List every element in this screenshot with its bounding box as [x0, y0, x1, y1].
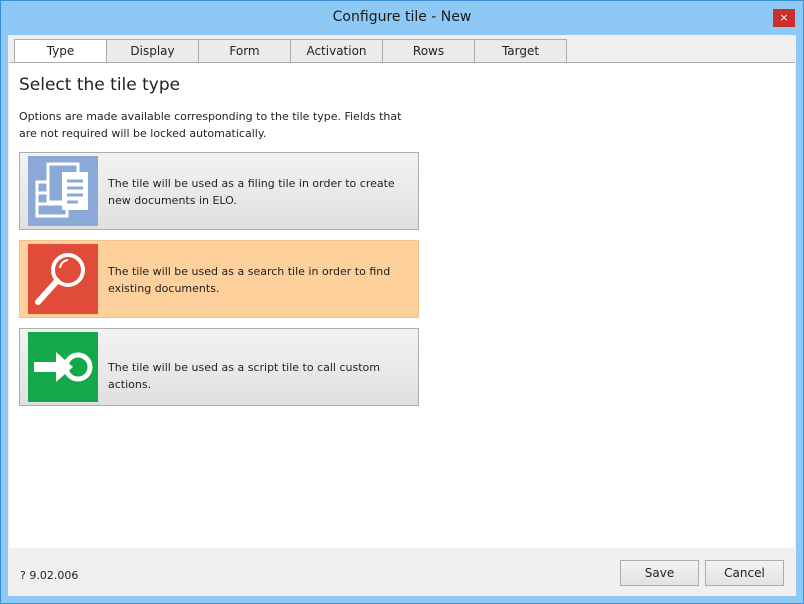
search-option-text: The tile will be used as a search tile i…	[108, 265, 391, 295]
dialog-body: Type Display Form Activation Rows Target…	[8, 35, 796, 596]
script-arrow-icon	[28, 332, 98, 402]
dialog-window: Configure tile - New × Type Display Form…	[0, 0, 804, 604]
tab-display[interactable]: Display	[106, 39, 199, 63]
search-icon	[28, 244, 98, 314]
tab-type[interactable]: Type	[14, 39, 107, 64]
filing-option-text: The tile will be used as a filing tile i…	[108, 177, 395, 207]
filing-tile-option[interactable]: The tile will be used as a filing tile i…	[19, 152, 419, 230]
page-title: Select the tile type	[19, 75, 181, 95]
tab-target[interactable]: Target	[474, 39, 567, 63]
script-option-text: The tile will be used as a script tile t…	[108, 361, 380, 391]
filing-icon	[28, 156, 98, 226]
tab-form[interactable]: Form	[198, 39, 291, 63]
save-button[interactable]: Save	[620, 560, 699, 586]
panel-description: Options are made available corresponding…	[19, 110, 402, 140]
window-title: Configure tile - New	[332, 9, 472, 25]
tab-rows[interactable]: Rows	[382, 39, 475, 63]
cancel-button[interactable]: Cancel	[705, 560, 784, 586]
search-tile-option[interactable]: The tile will be used as a search tile i…	[19, 240, 419, 318]
dialog-footer: ? 9.02.006 Save Cancel	[8, 548, 796, 596]
title-bar: Configure tile - New ×	[1, 1, 803, 35]
close-button[interactable]: ×	[773, 9, 795, 27]
tab-activation[interactable]: Activation	[290, 39, 383, 63]
type-panel: Select the tile type Options are made av…	[9, 62, 795, 549]
version-label: ? 9.02.006	[20, 569, 79, 582]
script-tile-option[interactable]: The tile will be used as a script tile t…	[19, 328, 419, 406]
